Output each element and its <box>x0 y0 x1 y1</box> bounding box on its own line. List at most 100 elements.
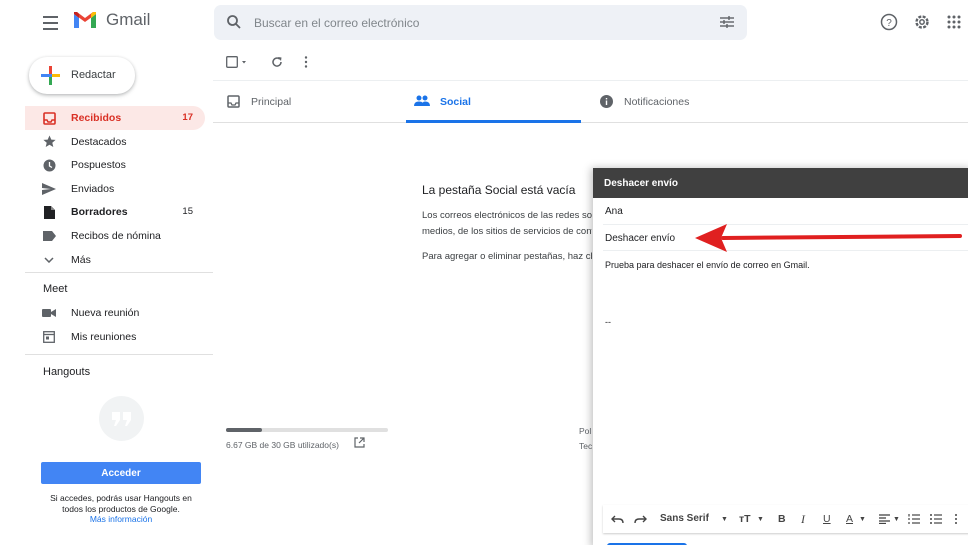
sidebar-item-label: Recibidos <box>71 112 122 124</box>
subject-field[interactable]: Deshacer envío <box>605 233 675 244</box>
font-size-icon[interactable]: тT <box>739 513 751 525</box>
numbered-list-icon[interactable] <box>908 514 920 524</box>
tab-notificaciones[interactable]: Notificaciones <box>586 82 776 123</box>
signature-separator: -- <box>605 317 611 327</box>
gmail-app: Gmail ? Redactar Recibidos <box>0 0 968 545</box>
settings-gear-icon[interactable] <box>912 12 932 32</box>
sidebar-item-destacados[interactable]: Destacados <box>25 130 205 154</box>
indent-icon[interactable] <box>953 514 959 524</box>
meet-nav: Nueva reunión Mis reuniones <box>25 301 205 348</box>
sidebar-item-label: Pospuestos <box>71 159 126 172</box>
svg-text:?: ? <box>886 18 892 29</box>
footer-policies-link[interactable]: Pol <box>579 426 591 436</box>
gmail-logo[interactable]: Gmail <box>72 10 150 30</box>
font-family-select[interactable]: Sans Serif <box>660 513 709 524</box>
empty-tab-title: La pestaña Social está vacía <box>422 183 576 197</box>
hangouts-sign-in-button[interactable]: Acceder <box>41 462 201 484</box>
clock-icon <box>42 158 56 172</box>
info-icon <box>600 95 613 108</box>
message-body[interactable]: Prueba para deshacer el envío de correo … <box>605 260 810 270</box>
draft-icon <box>42 205 56 219</box>
size-dropdown-chevron-icon[interactable]: ▼ <box>757 516 764 523</box>
sidebar-item-enviados[interactable]: Enviados <box>25 177 205 201</box>
hangouts-quote-icon <box>99 396 144 441</box>
select-all-checkbox[interactable] <box>226 56 248 68</box>
hangouts-section-title: Hangouts <box>43 366 91 378</box>
text-color-icon[interactable]: A <box>846 513 853 525</box>
annotation-arrow-icon <box>695 224 962 252</box>
search-icon[interactable] <box>226 14 242 30</box>
people-icon <box>414 95 430 106</box>
align-dropdown-chevron-icon[interactable]: ▼ <box>893 516 900 523</box>
redo-icon[interactable] <box>634 514 647 524</box>
tab-principal[interactable]: Principal <box>213 82 406 123</box>
inbox-icon <box>42 111 56 125</box>
font-dropdown-chevron-icon[interactable]: ▼ <box>721 516 728 523</box>
storage-usage-text: 6.67 GB de 30 GB utilizado(s) <box>226 440 339 450</box>
storage-usage-bar <box>226 428 388 432</box>
undo-icon[interactable] <box>611 514 624 524</box>
sidebar-item-label: Más <box>71 253 91 266</box>
sidebar-item-recibidos[interactable]: Recibidos 17 <box>25 106 205 130</box>
open-external-icon[interactable] <box>354 437 365 448</box>
chevron-down-icon <box>42 253 56 267</box>
sidebar-item-label: Recibos de nómina <box>71 229 161 242</box>
top-header: Gmail ? <box>0 0 968 46</box>
sidebar-divider <box>25 272 213 273</box>
gmail-m-icon <box>74 12 96 28</box>
app-name: Gmail <box>106 10 151 29</box>
sidebar-item-mas[interactable]: Más <box>25 248 205 272</box>
search-options-icon[interactable] <box>719 14 735 30</box>
category-tabs: Principal Social Notificaciones <box>213 82 968 123</box>
label-icon <box>42 229 56 243</box>
calendar-icon <box>42 330 56 344</box>
meet-item-label: Mis reuniones <box>71 330 137 343</box>
compose-plus-icon <box>41 66 60 85</box>
sidebar-item-pospuestos[interactable]: Pospuestos <box>25 153 205 177</box>
hangouts-description: Si accedes, podrás usar Hangouts en todo… <box>50 493 192 514</box>
sidebar-item-label: Enviados <box>71 182 115 195</box>
refresh-icon[interactable] <box>271 56 283 68</box>
search-input[interactable] <box>254 5 694 40</box>
italic-icon[interactable]: I <box>801 512 805 527</box>
meet-item-label: Nueva reunión <box>71 307 140 319</box>
meet-item-mis-reuniones[interactable]: Mis reuniones <box>25 325 205 349</box>
empty-tab-tip: Para agregar o eliminar pestañas, haz cl… <box>422 251 592 262</box>
star-icon <box>42 135 56 149</box>
search-bar[interactable] <box>214 5 747 40</box>
tab-label: Social <box>440 96 471 108</box>
color-dropdown-chevron-icon[interactable]: ▼ <box>859 516 866 523</box>
compose-window-header[interactable]: Deshacer envío <box>593 168 968 198</box>
hangouts-more-info-link[interactable]: Más información <box>41 514 201 524</box>
tab-social[interactable]: Social <box>406 82 581 123</box>
unread-count: 17 <box>182 112 193 123</box>
footer-terms-link[interactable]: Tec <box>579 441 592 451</box>
compose-window-title: Deshacer envío <box>604 178 678 189</box>
list-toolbar <box>213 47 968 81</box>
send-icon <box>42 182 56 196</box>
empty-tab-line: Los correos electrónicos de las redes so… <box>422 210 592 221</box>
compose-button[interactable]: Redactar <box>29 57 135 94</box>
sidebar-divider <box>25 354 213 355</box>
storage-usage-fill <box>226 428 262 432</box>
compose-label: Redactar <box>71 69 116 81</box>
sidebar-nav: Recibidos 17 Destacados Pospuestos Envia… <box>25 106 205 271</box>
underline-icon[interactable]: U <box>823 513 831 525</box>
more-vert-icon[interactable] <box>304 56 308 68</box>
empty-tab-description: Los correos electrónicos de las redes so… <box>422 208 592 240</box>
empty-tab-line: medios, de los sitios de servicios de co… <box>422 226 592 237</box>
align-icon[interactable] <box>879 514 890 524</box>
sidebar-item-label: Borradores <box>71 206 128 219</box>
sidebar-item-borradores[interactable]: Borradores 15 <box>25 200 205 224</box>
bulleted-list-icon[interactable] <box>930 514 942 524</box>
meet-item-nueva-reunion[interactable]: Nueva reunión <box>25 301 205 325</box>
help-icon[interactable]: ? <box>879 12 899 32</box>
inbox-tab-icon <box>227 95 240 108</box>
draft-count: 15 <box>182 206 193 218</box>
sidebar-item-recibos-de-nomina[interactable]: Recibos de nómina <box>25 224 205 248</box>
main-menu-icon[interactable] <box>38 12 62 34</box>
recipient-field[interactable]: Ana <box>605 206 623 217</box>
apps-grid-icon[interactable] <box>944 12 964 32</box>
sidebar-item-label: Destacados <box>71 135 127 148</box>
bold-icon[interactable]: B <box>778 513 786 525</box>
